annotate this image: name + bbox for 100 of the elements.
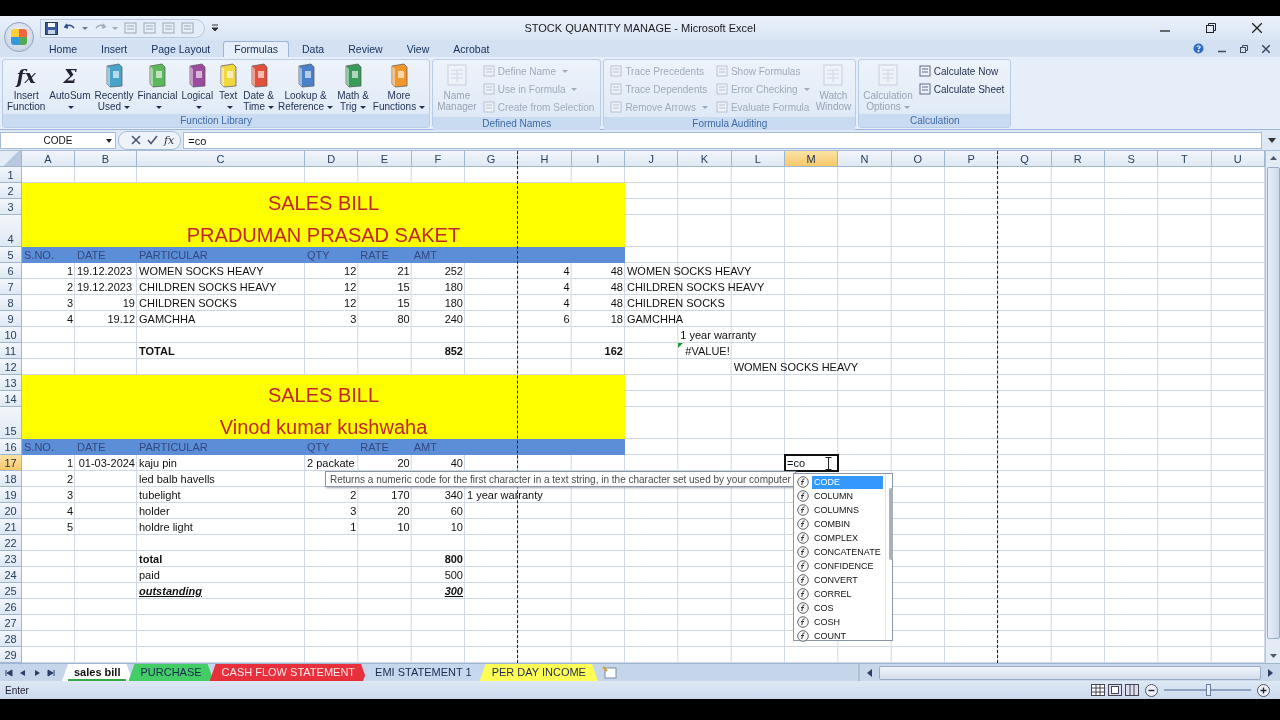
normal-view-icon[interactable] xyxy=(1091,684,1105,696)
ribbon-button[interactable]: Math & Trig xyxy=(335,61,371,114)
letter-heading[interactable]: B xyxy=(75,151,137,167)
autocomplete-item[interactable]: CONFIDENCE xyxy=(794,559,885,573)
letter-heading[interactable]: F xyxy=(411,151,465,167)
sheet-tab[interactable]: sales bill xyxy=(62,664,133,681)
letter-heading[interactable]: P xyxy=(944,151,999,167)
row-number[interactable]: 7 xyxy=(0,279,22,295)
row-number[interactable]: 13 xyxy=(0,375,22,391)
row-number[interactable]: 27 xyxy=(0,615,22,631)
letter-heading[interactable]: D xyxy=(305,151,359,167)
restore-icon[interactable] xyxy=(1240,44,1248,53)
ribbon-button[interactable]: Logical xyxy=(179,61,216,114)
letter-heading[interactable]: K xyxy=(678,151,732,167)
ribbon-button[interactable]: Financial xyxy=(135,61,180,114)
row-number[interactable]: 8 xyxy=(0,295,22,311)
row-number[interactable]: 28 xyxy=(0,631,22,647)
cell-editor[interactable]: =co xyxy=(783,454,840,472)
row-number[interactable]: 14 xyxy=(0,391,22,407)
row-number[interactable]: 22 xyxy=(0,535,22,551)
row-number[interactable]: 25 xyxy=(0,583,22,599)
ribbon-button[interactable]: Calculate Now xyxy=(918,63,1005,79)
ribbon-button[interactable]: Text xyxy=(215,61,242,114)
ribbon-tab[interactable]: Formulas xyxy=(223,41,289,57)
scroll-thumb[interactable] xyxy=(888,488,893,560)
letter-heading[interactable]: U xyxy=(1211,151,1265,167)
autocomplete-item[interactable]: COS xyxy=(794,601,885,615)
insert-function-button[interactable]: fx xyxy=(164,133,175,147)
zoom-in-icon[interactable] xyxy=(1257,683,1270,697)
row-number[interactable]: 23 xyxy=(0,551,22,567)
scroll-thumb[interactable] xyxy=(878,665,1261,680)
autocomplete-item[interactable]: CONVERT xyxy=(794,573,885,587)
ribbon-button[interactable]: Calculate Sheet xyxy=(918,81,1005,97)
close-icon[interactable] xyxy=(1262,44,1270,53)
autocomplete-item[interactable]: COLUMN xyxy=(794,489,885,503)
autocomplete-item[interactable]: COMBIN xyxy=(794,517,885,531)
ribbon-button[interactable]: fx Insert Function xyxy=(5,61,48,114)
name-box[interactable]: CODE xyxy=(0,131,116,149)
ribbon-button[interactable]: Date & Time xyxy=(241,61,276,114)
ribbon-tab[interactable]: Data xyxy=(291,41,336,57)
row-number[interactable]: 18 xyxy=(0,471,22,487)
last-sheet-icon[interactable] xyxy=(46,667,56,678)
enter-icon[interactable] xyxy=(147,135,158,145)
row-number[interactable]: 17 xyxy=(0,455,22,471)
autocomplete-item[interactable]: COMPLEX xyxy=(794,531,885,545)
row-number[interactable]: 16 xyxy=(0,439,22,455)
letter-heading[interactable]: I xyxy=(571,151,625,167)
zoom-out-icon[interactable] xyxy=(1145,683,1158,697)
row-number[interactable]: 4 xyxy=(0,215,22,247)
row-number[interactable]: 2 xyxy=(0,183,22,199)
ribbon-tab[interactable]: Insert xyxy=(90,41,139,57)
row-number[interactable]: 12 xyxy=(0,359,22,375)
next-sheet-icon[interactable] xyxy=(32,667,42,678)
cancel-icon[interactable] xyxy=(131,135,141,145)
slider-thumb[interactable] xyxy=(1205,684,1211,696)
save-icon[interactable] xyxy=(45,21,58,35)
vertical-scrollbar[interactable] xyxy=(1265,151,1280,663)
letter-heading[interactable]: R xyxy=(1051,151,1105,167)
page-layout-icon[interactable] xyxy=(1108,684,1122,696)
ribbon-button[interactable]: Lookup & Reference xyxy=(276,61,336,114)
office-button[interactable] xyxy=(4,22,34,52)
close-icon[interactable] xyxy=(1252,23,1262,33)
ribbon-button[interactable]: Recently Used xyxy=(92,61,136,114)
letter-heading[interactable]: O xyxy=(891,151,945,167)
row-number[interactable]: 3 xyxy=(0,199,22,215)
letter-heading[interactable]: G xyxy=(465,151,519,167)
letter-heading[interactable]: L xyxy=(731,151,785,167)
formula-field[interactable]: =co xyxy=(183,131,1262,149)
letter-heading[interactable]: N xyxy=(838,151,892,167)
letter-heading[interactable]: S xyxy=(1104,151,1159,167)
letter-heading[interactable]: A xyxy=(22,151,75,167)
scroll-thumb[interactable] xyxy=(1267,167,1280,639)
ribbon-tab[interactable]: View xyxy=(395,41,441,57)
help-icon[interactable] xyxy=(1193,43,1204,54)
row-number[interactable]: 29 xyxy=(0,647,22,663)
row-number[interactable]: 11 xyxy=(0,343,22,359)
autocomplete-item[interactable]: COLUMNS xyxy=(794,503,885,517)
letter-heading[interactable]: C xyxy=(137,151,305,167)
page-break-icon[interactable] xyxy=(1125,684,1139,696)
first-sheet-icon[interactable] xyxy=(4,667,14,678)
row-number[interactable]: 19 xyxy=(0,487,22,503)
letter-heading[interactable]: Q xyxy=(998,151,1052,167)
ribbon-tab[interactable]: Acrobat xyxy=(442,41,501,57)
ribbon-button[interactable]: More Functions xyxy=(370,61,428,114)
ribbon-button[interactable]: Σ AutoSum xyxy=(47,61,93,114)
letter-heading[interactable]: T xyxy=(1158,151,1212,167)
autocomplete-item[interactable]: CORREL xyxy=(794,587,885,601)
letter-heading[interactable]: H xyxy=(518,151,572,167)
row-number[interactable]: 26 xyxy=(0,599,22,615)
customize-icon[interactable] xyxy=(211,23,219,33)
letter-heading[interactable]: E xyxy=(358,151,412,167)
autocomplete-item[interactable]: CONCATENATE xyxy=(794,545,885,559)
row-number[interactable]: 15 xyxy=(0,407,22,439)
sheet-tab[interactable]: PER DAY INCOME xyxy=(479,664,598,681)
ribbon-tab[interactable]: Review xyxy=(337,41,394,57)
row-number[interactable]: 6 xyxy=(0,263,22,279)
restore-icon[interactable] xyxy=(1206,23,1216,33)
row-number[interactable]: 21 xyxy=(0,519,22,535)
sheet-tab[interactable]: PURCHASE xyxy=(128,664,214,681)
ribbon-tab[interactable]: Page Layout xyxy=(140,41,222,57)
